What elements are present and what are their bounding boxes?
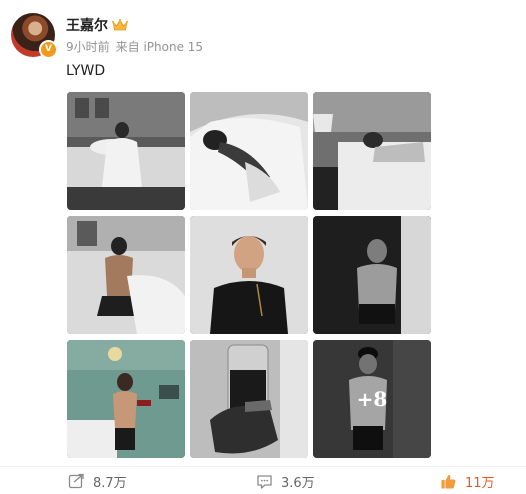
repost-icon — [68, 473, 84, 489]
photo-6[interactable] — [313, 216, 431, 334]
like-count: 11万 — [465, 476, 495, 491]
user-name-row: 王嘉尔 — [66, 15, 128, 35]
photo-5[interactable] — [190, 216, 308, 334]
photo-1[interactable] — [67, 92, 185, 210]
comment-icon — [257, 475, 272, 489]
action-bar: 8.7万 3.6万 11万 — [0, 472, 526, 492]
photo-3[interactable] — [313, 92, 431, 210]
comment-count: 3.6万 — [281, 476, 315, 491]
post-meta: 9小时前 来自 iPhone 15 — [66, 38, 203, 55]
user-name[interactable]: 王嘉尔 — [66, 15, 108, 35]
post-text: LYWD — [66, 63, 106, 79]
photo-8[interactable] — [190, 340, 308, 458]
thumbs-up-icon — [441, 474, 456, 489]
comment-button[interactable]: 3.6万 — [256, 472, 315, 491]
repost-count: 8.7万 — [93, 476, 127, 491]
divider — [0, 466, 526, 467]
image-grid: +8 — [67, 92, 431, 458]
avatar[interactable]: V — [11, 13, 58, 59]
verified-badge: V — [39, 40, 58, 59]
crown-icon — [112, 18, 128, 31]
photo-7[interactable] — [67, 340, 185, 458]
post-time[interactable]: 9小时前 — [66, 40, 110, 54]
like-button[interactable]: 11万 — [440, 472, 495, 491]
photo-2[interactable] — [190, 92, 308, 210]
repost-button[interactable]: 8.7万 — [68, 472, 127, 491]
more-images-overlay[interactable]: +8 — [313, 340, 431, 458]
post-source: 来自 iPhone 15 — [115, 40, 204, 54]
photo-4[interactable] — [67, 216, 185, 334]
photo-9[interactable]: +8 — [313, 340, 431, 458]
